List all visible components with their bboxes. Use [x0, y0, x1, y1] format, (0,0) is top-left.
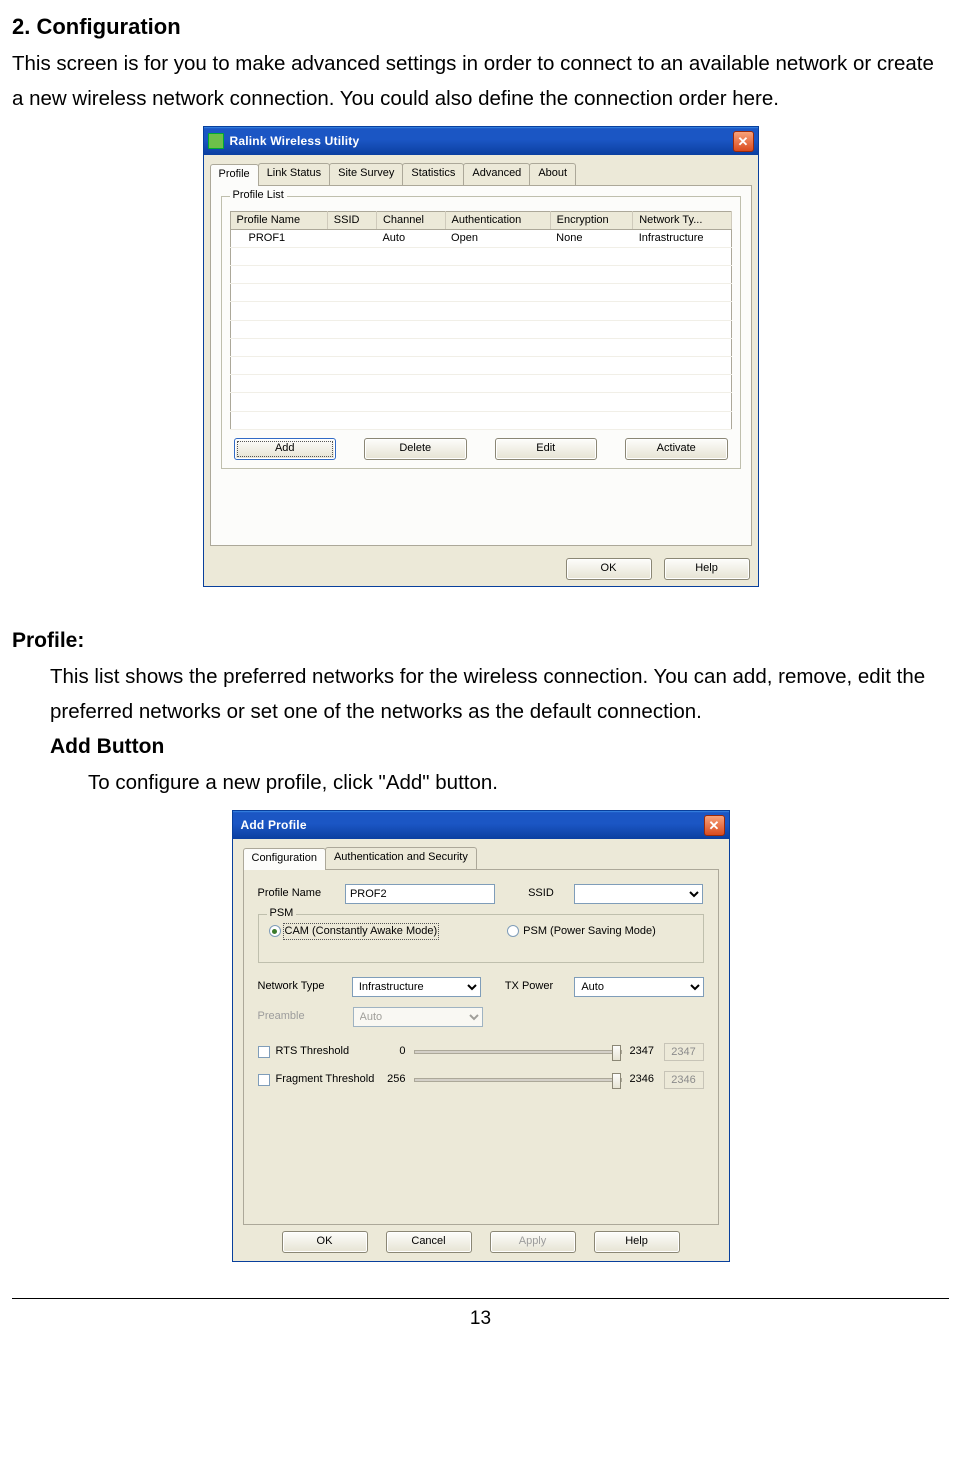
tab-advanced[interactable]: Advanced — [463, 163, 530, 184]
ok-button[interactable]: OK — [282, 1231, 368, 1253]
profile-list-legend: Profile List — [230, 189, 287, 202]
rts-max: 2347 — [630, 1045, 664, 1058]
tab-strip: Profile Link Status Site Survey Statisti… — [210, 163, 752, 185]
add-profile-window: Add Profile ✕ Configuration Authenticati… — [232, 810, 730, 1261]
profile-name-field[interactable] — [345, 884, 495, 904]
ssid-label: SSID — [528, 887, 574, 900]
titlebar: Add Profile ✕ — [233, 811, 729, 839]
tab-link-status[interactable]: Link Status — [258, 163, 330, 184]
titlebar: Ralink Wireless Utility ✕ — [204, 127, 758, 155]
profile-table[interactable]: Profile Name SSID Channel Authentication… — [230, 211, 732, 430]
table-row: . — [230, 393, 731, 411]
table-row: . — [230, 411, 731, 429]
frag-min: 256 — [386, 1073, 406, 1086]
table-row: . — [230, 284, 731, 302]
col-auth[interactable]: Authentication — [445, 211, 550, 229]
table-header-row: Profile Name SSID Channel Authentication… — [230, 211, 731, 229]
preamble-combo: Auto — [353, 1007, 483, 1027]
cancel-button[interactable]: Cancel — [386, 1231, 472, 1253]
add-button[interactable]: Add — [234, 438, 337, 460]
frag-max: 2346 — [630, 1073, 664, 1086]
ok-button[interactable]: OK — [566, 558, 652, 580]
add-button-heading: Add Button — [50, 729, 949, 765]
rts-slider[interactable] — [414, 1050, 622, 1054]
network-type-label: Network Type — [258, 980, 352, 993]
rts-min: 0 — [386, 1045, 406, 1058]
frag-label: Fragment Threshold — [276, 1073, 386, 1086]
table-row: . — [230, 320, 731, 338]
add-button-text: To configure a new profile, click "Add" … — [88, 765, 949, 800]
figure-profile-list: Ralink Wireless Utility ✕ Profile Link S… — [12, 126, 949, 586]
psm-legend: PSM — [267, 907, 297, 920]
close-icon[interactable]: ✕ — [733, 131, 754, 152]
section-heading: 2. Configuration — [12, 8, 949, 46]
network-type-combo[interactable]: Infrastructure — [352, 977, 481, 997]
page-number: 13 — [12, 1298, 949, 1336]
tab-site-survey[interactable]: Site Survey — [329, 163, 403, 184]
frag-value-box: 2346 — [664, 1071, 704, 1089]
table-row: . — [230, 375, 731, 393]
tab-configuration[interactable]: Configuration — [243, 848, 326, 869]
psm-group: PSM CAM (Constantly Awake Mode) PSM (Pow… — [258, 914, 704, 963]
tab-profile[interactable]: Profile — [210, 164, 259, 185]
table-row: . — [230, 247, 731, 265]
edit-button[interactable]: Edit — [495, 438, 598, 460]
col-ssid[interactable]: SSID — [327, 211, 376, 229]
tab-auth-security[interactable]: Authentication and Security — [325, 847, 477, 868]
ralink-window: Ralink Wireless Utility ✕ Profile Link S… — [203, 126, 759, 586]
tab-statistics[interactable]: Statistics — [402, 163, 464, 184]
table-row: . — [230, 266, 731, 284]
window-title: Add Profile — [237, 818, 704, 832]
tx-power-combo[interactable]: Auto — [574, 977, 703, 997]
activate-button[interactable]: Activate — [625, 438, 728, 460]
col-channel[interactable]: Channel — [376, 211, 445, 229]
close-icon[interactable]: ✕ — [704, 815, 725, 836]
col-profile-name[interactable]: Profile Name — [230, 211, 327, 229]
window-title: Ralink Wireless Utility — [230, 134, 733, 148]
rts-checkbox[interactable] — [258, 1046, 270, 1058]
psm-radio[interactable]: PSM (Power Saving Mode) — [507, 925, 656, 938]
help-button[interactable]: Help — [594, 1231, 680, 1253]
tx-power-label: TX Power — [505, 980, 575, 993]
section-intro: This screen is for you to make advanced … — [12, 46, 949, 117]
col-enc[interactable]: Encryption — [550, 211, 633, 229]
help-button[interactable]: Help — [664, 558, 750, 580]
profile-heading: Profile: — [12, 623, 949, 659]
figure-add-profile: Add Profile ✕ Configuration Authenticati… — [12, 810, 949, 1261]
profile-list-group: Profile List Profile Name SSID Channel A… — [221, 196, 741, 469]
table-row: . — [230, 302, 731, 320]
table-row: . — [230, 338, 731, 356]
rts-value-box: 2347 — [664, 1043, 704, 1061]
cam-radio[interactable]: CAM (Constantly Awake Mode) — [269, 925, 438, 938]
preamble-label: Preamble — [258, 1010, 353, 1023]
table-row: . — [230, 357, 731, 375]
tab-strip: Configuration Authentication and Securit… — [243, 847, 719, 869]
app-icon — [208, 133, 224, 149]
delete-button[interactable]: Delete — [364, 438, 467, 460]
rts-label: RTS Threshold — [276, 1045, 386, 1058]
frag-slider[interactable] — [414, 1078, 622, 1082]
profile-text: This list shows the preferred networks f… — [50, 659, 949, 730]
ssid-combo[interactable] — [574, 884, 703, 904]
apply-button: Apply — [490, 1231, 576, 1253]
profile-name-label: Profile Name — [258, 887, 345, 900]
frag-checkbox[interactable] — [258, 1074, 270, 1086]
table-row[interactable]: PROF1 Auto Open None Infrastructure — [230, 229, 731, 247]
tab-about[interactable]: About — [529, 163, 576, 184]
col-ntype[interactable]: Network Ty... — [633, 211, 731, 229]
